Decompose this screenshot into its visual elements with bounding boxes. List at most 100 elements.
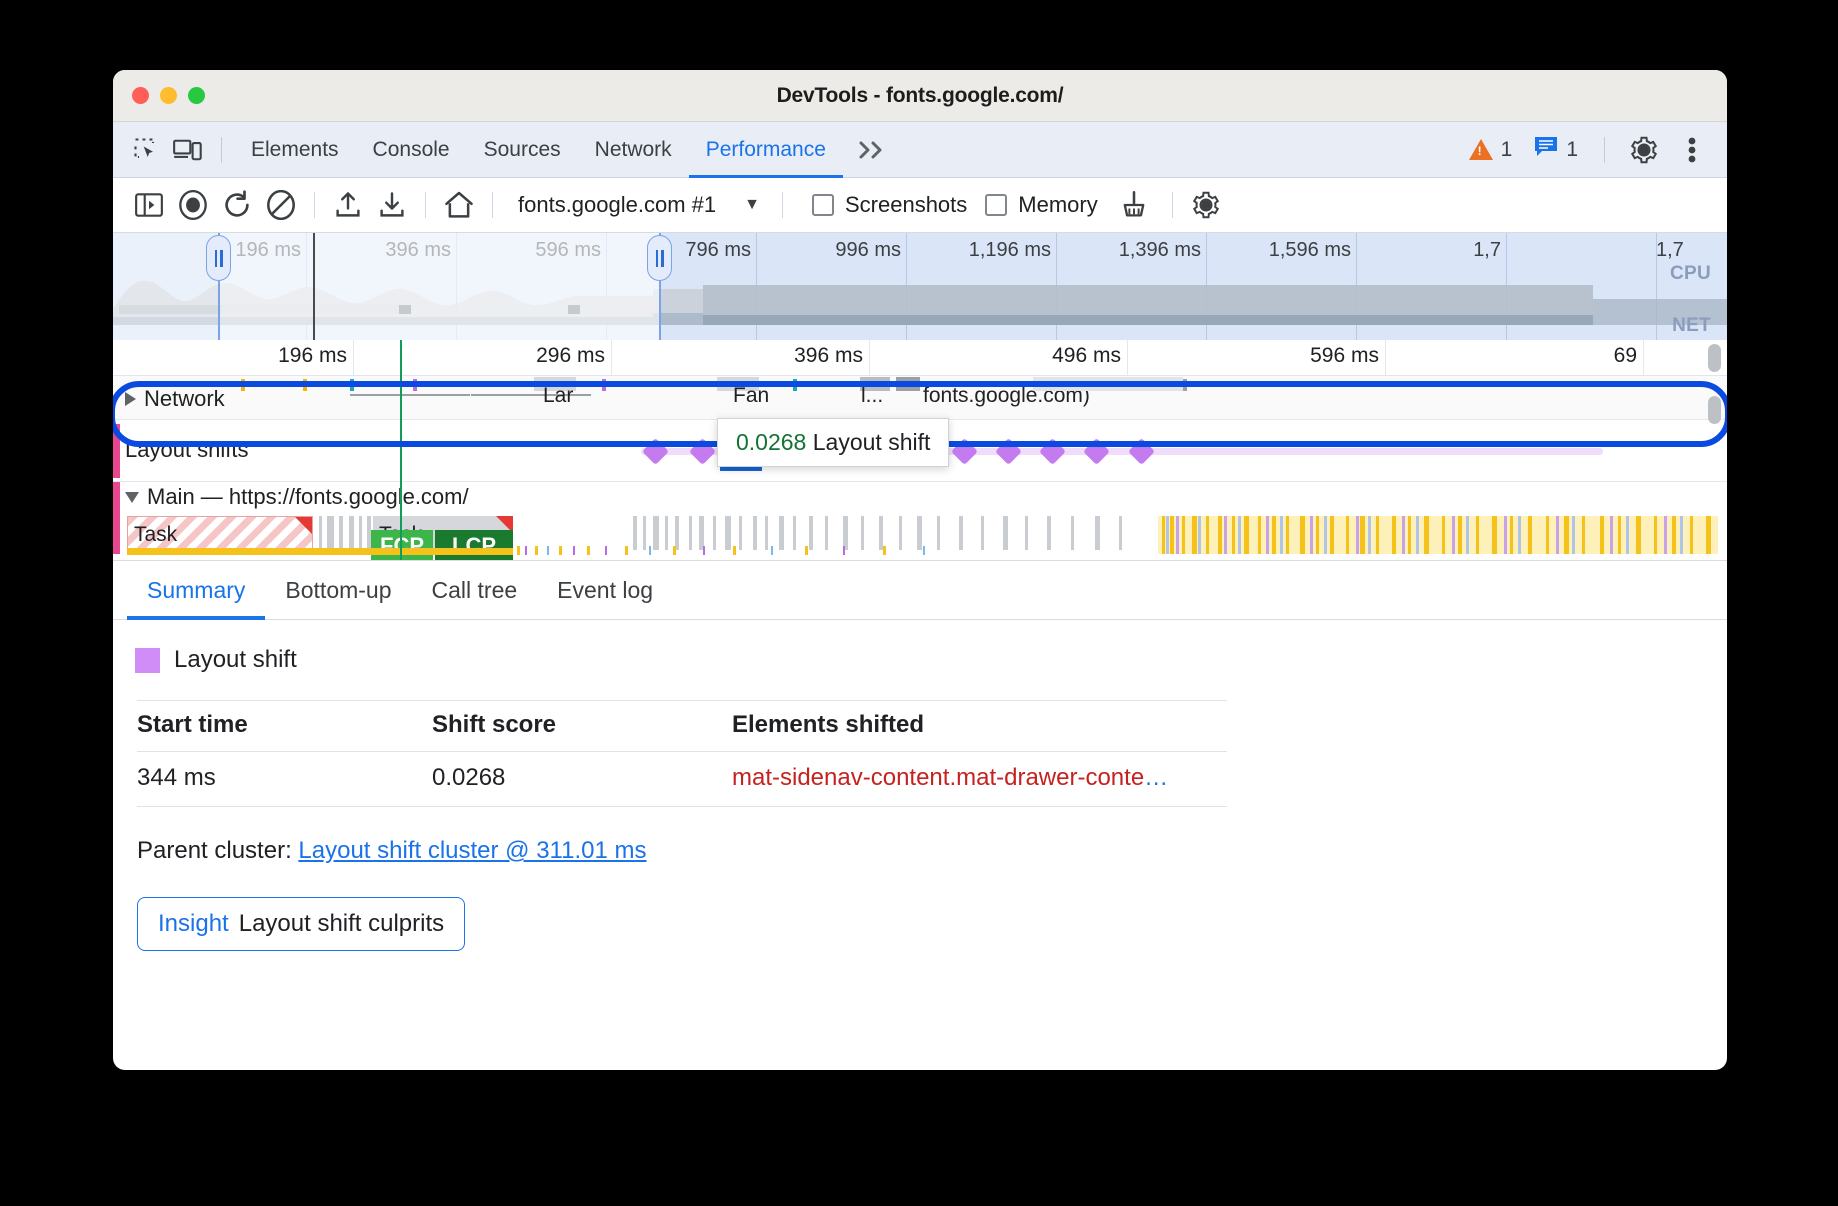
parent-cluster-link[interactable]: Layout shift cluster @ 311.01 ms [298, 837, 646, 864]
tab-summary[interactable]: Summary [127, 560, 265, 620]
performance-settings-gear-icon[interactable] [1184, 183, 1228, 227]
record-icon[interactable] [171, 183, 215, 227]
tab-elements[interactable]: Elements [234, 122, 356, 178]
summary-legend: Layout shift [135, 646, 1727, 674]
main-dense-activity [1158, 516, 1718, 556]
tracks-ruler: 196 ms 296 ms 396 ms 496 ms 596 ms 69 [113, 340, 1727, 376]
network-request-label: Fan [733, 384, 769, 408]
overview-tick-label: 1,7 [1656, 239, 1689, 262]
tracks-scrollbar-thumb[interactable] [1708, 344, 1721, 372]
table-row: 344 ms 0.0268 mat-sidenav-content.mat-dr… [137, 752, 1227, 807]
details-tabbar: Summary Bottom-up Call tree Event log [113, 560, 1727, 620]
tab-performance[interactable]: Performance [689, 122, 843, 178]
track-tick [1643, 340, 1644, 375]
more-tabs-icon[interactable] [843, 139, 903, 161]
layout-shifts-track-title[interactable]: Layout shifts [125, 437, 249, 463]
gear-icon[interactable] [1623, 129, 1665, 171]
window-title: DevTools - fonts.google.com/ [113, 84, 1727, 108]
network-request-label: Lar [543, 384, 573, 408]
cell-elements-shifted[interactable]: mat-sidenav-content.mat-drawer-conte… [732, 752, 1227, 807]
tooltip-text: Layout shift [813, 429, 931, 455]
toolbar-divider-1 [314, 192, 315, 218]
tab-bottom-up[interactable]: Bottom-up [265, 560, 411, 620]
kebab-menu-icon[interactable] [1671, 129, 1713, 171]
overview-tick-label: 1,596 ms [1269, 239, 1356, 262]
screenshots-checkbox[interactable]: Screenshots [812, 192, 967, 218]
tabbar-divider [221, 137, 222, 163]
chevron-down-icon[interactable]: ▼ [744, 196, 760, 214]
tracks-scrollbar-thumb-2[interactable] [1708, 396, 1721, 424]
toolbar-divider-5 [1172, 192, 1173, 218]
main-track-title[interactable]: Main — https://fonts.google.com/ [125, 484, 469, 510]
warning-count: 1 [1501, 138, 1513, 162]
upload-icon[interactable] [326, 183, 370, 227]
header-elements-shifted: Elements shifted [732, 701, 1227, 752]
layout-shift-color-swatch [135, 648, 160, 673]
download-icon[interactable] [370, 183, 414, 227]
screenshots-label: Screenshots [845, 192, 967, 218]
track-tick [611, 340, 612, 375]
table-header-row: Start time Shift score Elements shifted [137, 701, 1227, 752]
scripting-band [127, 548, 513, 555]
tab-console[interactable]: Console [356, 122, 467, 178]
messages-badge[interactable]: 1 [1526, 136, 1586, 164]
insight-button[interactable]: Insight Layout shift culprits [137, 897, 465, 951]
clear-icon[interactable] [259, 183, 303, 227]
recording-select[interactable]: fonts.google.com #1 [518, 192, 716, 218]
message-count: 1 [1566, 138, 1578, 162]
network-track-row[interactable]: Network Lar Fan l... fonts.google.com) [113, 376, 1727, 420]
triangle-right-icon[interactable] [125, 392, 136, 406]
main-track-label: Main — https://fonts.google.com/ [147, 484, 469, 510]
shifted-element-ellipsis[interactable]: … [1144, 764, 1168, 791]
home-icon[interactable] [437, 183, 481, 227]
memory-label: Memory [1018, 192, 1097, 218]
layout-shifts-label: Layout shifts [125, 437, 249, 463]
playhead-marker [400, 340, 402, 560]
task-warning-corner-icon [295, 517, 312, 534]
track-accent-bar [113, 424, 120, 478]
header-start-time: Start time [137, 701, 432, 752]
track-tick-label: 596 ms [1310, 344, 1385, 368]
message-icon [1534, 136, 1558, 164]
header-shift-score: Shift score [432, 701, 732, 752]
tabbar-actions-divider [1604, 137, 1605, 163]
inspect-icon[interactable] [125, 129, 167, 171]
shifted-element-link[interactable]: mat-sidenav-content.mat-drawer-conte [732, 764, 1144, 791]
memory-checkbox[interactable]: Memory [985, 192, 1097, 218]
window-titlebar: DevTools - fonts.google.com/ [113, 70, 1727, 122]
timeline-overview[interactable]: 196 ms 396 ms 596 ms 796 ms 996 ms 1,196… [113, 233, 1727, 340]
performance-toolbar: fonts.google.com #1 ▼ Screenshots Memory [113, 178, 1727, 233]
sidebar-toggle-icon[interactable] [127, 183, 171, 227]
track-accent-bar [113, 482, 120, 554]
tab-event-log[interactable]: Event log [537, 560, 673, 620]
tab-sources[interactable]: Sources [467, 122, 578, 178]
tabbar-actions: 1 1 [1461, 129, 1727, 171]
broom-icon[interactable] [1112, 183, 1156, 227]
tab-network[interactable]: Network [578, 122, 689, 178]
timeline-tracks[interactable]: 196 ms 296 ms 396 ms 496 ms 596 ms 69 [113, 340, 1727, 560]
summary-legend-label: Layout shift [174, 646, 297, 674]
track-tick-label: 196 ms [278, 344, 353, 368]
overview-left-drag-handle[interactable] [206, 235, 231, 281]
overview-tick-label: 796 ms [685, 239, 756, 262]
overview-dim-left [113, 233, 218, 340]
track-tick [1127, 340, 1128, 375]
main-track-row[interactable]: Main — https://fonts.google.com/ Task Ta… [113, 482, 1727, 554]
warnings-badge[interactable]: 1 [1461, 138, 1521, 162]
parent-cluster-label: Parent cluster: [137, 837, 292, 864]
track-tick-label: 396 ms [794, 344, 869, 368]
toolbar-divider-2 [425, 192, 426, 218]
network-track-title[interactable]: Network [125, 386, 225, 412]
tab-call-tree[interactable]: Call tree [412, 560, 538, 620]
device-toggle-icon[interactable] [167, 129, 209, 171]
layout-shift-tooltip: 0.0268 Layout shift [717, 418, 949, 467]
tooltip-score: 0.0268 [736, 429, 806, 455]
reload-record-icon[interactable] [215, 183, 259, 227]
overview-breadcrumb-marker [313, 233, 315, 340]
net-label: NET [1672, 315, 1711, 337]
overview-right-drag-handle[interactable] [647, 235, 672, 281]
overview-tick-label: 1,7 [1473, 239, 1506, 262]
overview-selection-window[interactable] [218, 233, 659, 340]
triangle-down-icon[interactable] [125, 492, 139, 503]
main-task-label: Task [134, 523, 177, 547]
